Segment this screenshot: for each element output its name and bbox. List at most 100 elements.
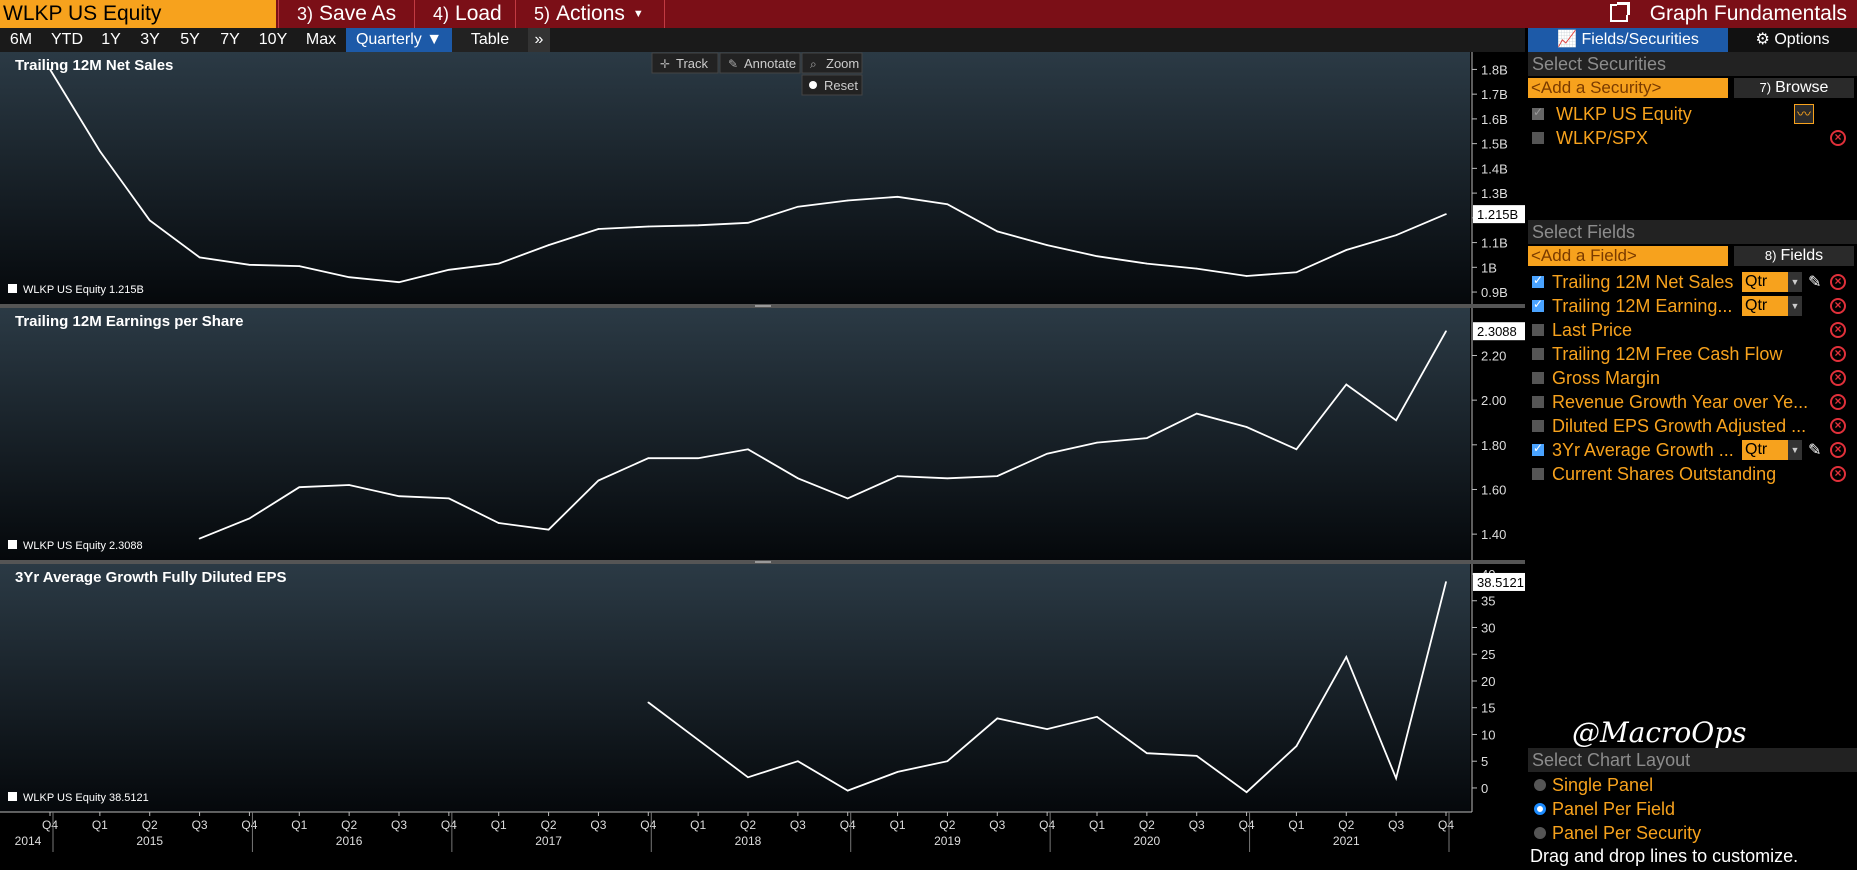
data-point: [1046, 244, 1048, 246]
field-row[interactable]: Revenue Growth Year over Ye... ×: [1528, 390, 1857, 414]
x-year-label: 2018: [735, 834, 762, 848]
x-tick-label: Q3: [192, 818, 208, 832]
x-tick-label: Q1: [92, 818, 108, 832]
field-row[interactable]: Gross Margin ×: [1528, 366, 1857, 390]
field-row[interactable]: Trailing 12M Free Cash Flow ×: [1528, 342, 1857, 366]
field-checkbox[interactable]: [1532, 297, 1544, 312]
layout-radio[interactable]: [1534, 779, 1546, 791]
layout-option[interactable]: Single Panel: [1528, 773, 1857, 797]
reset-label: Reset: [824, 78, 858, 93]
field-checkbox[interactable]: [1532, 468, 1544, 480]
panel-title: 3Yr Average Growth Fully Diluted EPS: [15, 569, 286, 586]
remove-icon[interactable]: ×: [1830, 130, 1846, 146]
x-tick-label: Q4: [1438, 818, 1454, 832]
range-6m[interactable]: 6M: [0, 28, 42, 52]
add-security-input[interactable]: <Add a Security>: [1528, 78, 1728, 98]
layout-radio[interactable]: [1534, 827, 1546, 839]
range-3y[interactable]: 3Y: [130, 28, 170, 52]
remove-icon[interactable]: ×: [1830, 274, 1846, 290]
x-year-label: 2017: [535, 834, 562, 848]
line-chart-icon[interactable]: 〰: [1794, 104, 1814, 124]
period-select[interactable]: Qtr ▼: [1742, 272, 1802, 292]
x-tick-label: Q1: [690, 818, 706, 832]
data-point: [1245, 791, 1248, 794]
remove-icon[interactable]: ×: [1830, 466, 1846, 482]
field-row[interactable]: 3Yr Average Growth ... Qtr ▼ ✎ ×: [1528, 438, 1857, 462]
range-1y[interactable]: 1Y: [92, 28, 130, 52]
fields-button[interactable]: 8) Fields: [1734, 246, 1854, 266]
range-ytd[interactable]: YTD: [42, 28, 92, 52]
field-label: 3Yr Average Growth ...: [1552, 440, 1734, 460]
layout-option[interactable]: Panel Per Field: [1528, 797, 1857, 821]
field-checkbox[interactable]: [1532, 324, 1544, 336]
chart-svg[interactable]: 1.8B1.7B1.6B1.5B1.4B1.3B1.2B1.1B1B0.9BTr…: [0, 52, 1525, 870]
actions-button[interactable]: 5) Actions ▼: [515, 0, 665, 28]
range-max[interactable]: Max: [296, 28, 346, 52]
table-button[interactable]: Table: [452, 28, 528, 52]
field-checkbox[interactable]: [1532, 273, 1544, 288]
remove-icon[interactable]: ×: [1830, 418, 1846, 434]
range-10y[interactable]: 10Y: [250, 28, 296, 52]
field-checkbox[interactable]: [1532, 396, 1544, 408]
plot-background: [0, 52, 1470, 304]
annotate-label: Annotate: [744, 56, 796, 71]
field-checkbox[interactable]: [1532, 441, 1544, 456]
field-row[interactable]: Diluted EPS Growth Adjusted ... ×: [1528, 414, 1857, 438]
field-checkbox[interactable]: [1532, 420, 1544, 432]
tab-options[interactable]: ⚙ Options: [1728, 28, 1857, 52]
x-tick-label: Q4: [42, 818, 58, 832]
range-7y[interactable]: 7Y: [210, 28, 250, 52]
y-tick-label: 1.7B: [1481, 87, 1508, 102]
field-row[interactable]: Trailing 12M Net Sales Qtr ▼ ✎ ×: [1528, 270, 1857, 294]
chart-area[interactable]: 1.8B1.7B1.6B1.5B1.4B1.3B1.2B1.1B1B0.9BTr…: [0, 52, 1525, 870]
x-tick-label: Q2: [1139, 818, 1155, 832]
x-tick-label: Q4: [1239, 818, 1255, 832]
field-label: Current Shares Outstanding: [1552, 464, 1777, 484]
field-row[interactable]: Last Price ×: [1528, 318, 1857, 342]
period-select[interactable]: Qtr ▼: [1742, 296, 1802, 316]
remove-icon[interactable]: ×: [1830, 394, 1846, 410]
pencil-icon[interactable]: ✎: [1808, 272, 1821, 292]
tab-fields-securities[interactable]: 📈 Fields/Securities: [1528, 28, 1728, 52]
data-point: [1395, 234, 1397, 236]
ticker-input[interactable]: WLKP US Equity: [0, 0, 276, 28]
layout-radio[interactable]: [1534, 803, 1546, 815]
remove-icon[interactable]: ×: [1830, 370, 1846, 386]
field-checkbox[interactable]: [1532, 372, 1544, 384]
data-point: [896, 196, 899, 198]
period-value: Qtr: [1745, 297, 1768, 314]
pencil-icon[interactable]: ✎: [1808, 440, 1821, 460]
field-checkbox[interactable]: [1532, 348, 1544, 360]
save-as-button[interactable]: 3) Save As: [278, 0, 413, 28]
y-tick-label: 1.40: [1481, 527, 1506, 542]
field-row[interactable]: Trailing 12M Earning... Qtr ▼ ×: [1528, 294, 1857, 318]
data-point: [1195, 412, 1198, 415]
graph-fundamentals-button[interactable]: Graph Fundamentals: [1609, 0, 1847, 28]
period-select[interactable]: Qtr ▼: [1742, 440, 1802, 460]
security-row[interactable]: WLKP/SPX ×: [1528, 126, 1857, 150]
remove-icon[interactable]: ×: [1830, 322, 1846, 338]
data-point: [1345, 249, 1348, 251]
layout-option[interactable]: Panel Per Security: [1528, 821, 1857, 845]
security-checkbox[interactable]: [1532, 132, 1544, 144]
data-point: [49, 68, 51, 71]
quarterly-dropdown[interactable]: Quarterly ▼: [346, 28, 452, 52]
data-point: [647, 225, 650, 228]
security-row[interactable]: WLKP US Equity 〰: [1528, 102, 1857, 126]
more-button[interactable]: »: [528, 28, 550, 52]
remove-icon[interactable]: ×: [1830, 298, 1846, 314]
add-field-input[interactable]: <Add a Field>: [1528, 246, 1728, 266]
range-5y[interactable]: 5Y: [170, 28, 210, 52]
right-panel-tabs: 📈 Fields/Securities ⚙ Options: [1528, 28, 1857, 52]
x-tick-label: Q3: [391, 818, 407, 832]
remove-icon[interactable]: ×: [1830, 442, 1846, 458]
x-year-label: 2016: [336, 834, 363, 848]
watermark: @MacroOps: [1572, 716, 1747, 749]
x-tick-label: Q2: [142, 818, 158, 832]
field-row[interactable]: Current Shares Outstanding ×: [1528, 462, 1857, 486]
remove-icon[interactable]: ×: [1830, 346, 1846, 362]
browse-button[interactable]: 7) Browse: [1734, 78, 1854, 98]
y-tick-label: 15: [1481, 701, 1495, 716]
security-checkbox[interactable]: [1532, 105, 1544, 120]
load-button[interactable]: 4) Load: [414, 0, 514, 28]
